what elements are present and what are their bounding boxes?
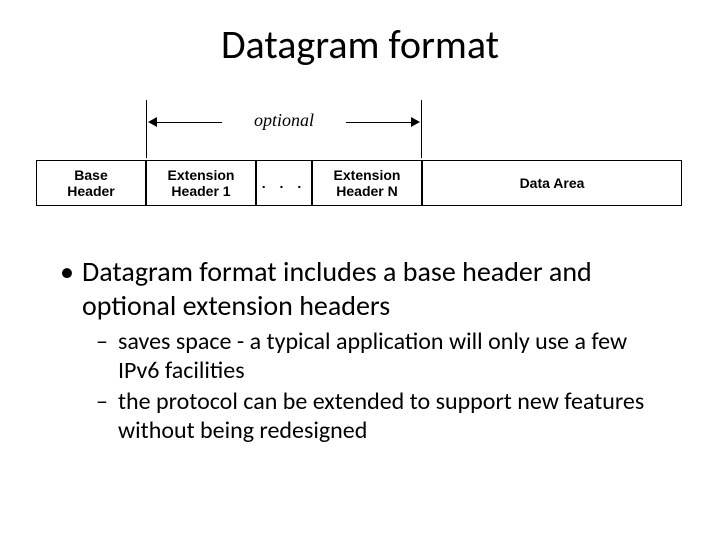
- box-extension-header-n: Extension Header N: [312, 160, 422, 206]
- box-ext1-line1: Extension: [147, 167, 255, 183]
- box-data-area: Data Area: [422, 160, 682, 206]
- box-base-line1: Base: [37, 167, 145, 183]
- body-text: Datagram format includes a base header a…: [54, 255, 666, 447]
- bullet-1: Datagram format includes a base header a…: [54, 255, 666, 322]
- slide: Datagram format optional Base Header Ext…: [0, 0, 720, 540]
- box-extn-line1: Extension: [313, 167, 421, 183]
- box-base-line2: Header: [37, 183, 145, 199]
- box-ellipsis: . . .: [256, 160, 312, 206]
- box-base-header: Base Header: [36, 160, 146, 206]
- box-ext1-line2: Header 1: [147, 183, 255, 199]
- box-extn-line2: Header N: [313, 183, 421, 199]
- sub-bullet-2: the protocol can be extended to support …: [54, 388, 666, 446]
- slide-title: Datagram format: [0, 20, 720, 69]
- optional-bracket: optional: [146, 100, 422, 160]
- datagram-diagram: Base Header Extension Header 1 . . . Ext…: [36, 160, 684, 208]
- bracket-line-right: [346, 122, 416, 123]
- sub-bullet-1: saves space - a typical application will…: [54, 328, 666, 386]
- arrowhead-right-icon: [411, 117, 420, 127]
- optional-label: optional: [146, 110, 422, 131]
- box-extension-header-1: Extension Header 1: [146, 160, 256, 206]
